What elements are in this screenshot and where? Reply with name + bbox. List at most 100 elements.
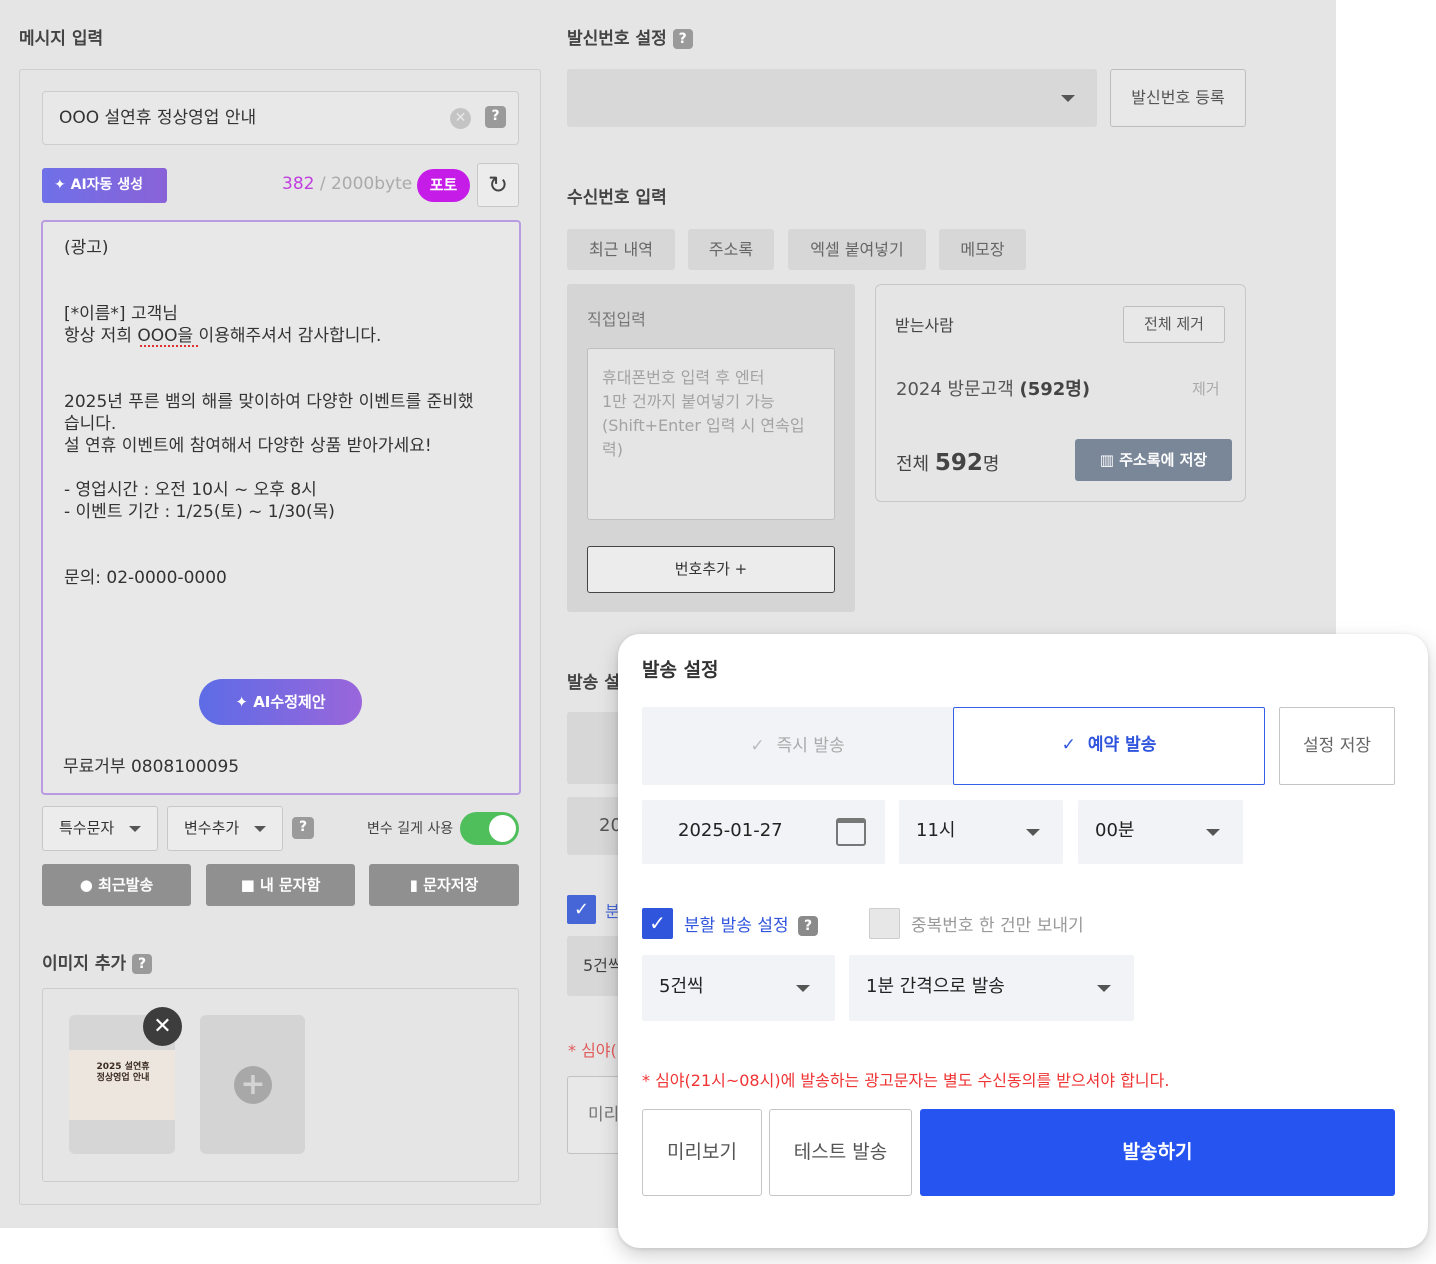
tab-memo[interactable]: 메모장 — [939, 229, 1026, 270]
tab-excel-paste[interactable]: 엑셀 붙여넣기 — [788, 229, 926, 270]
bookmark-icon: ▮ — [409, 876, 418, 894]
sender-section-title: 발신번호 설정 ? — [567, 24, 693, 49]
chevron-down-icon — [1061, 95, 1075, 102]
save-message-label: 문자저장 — [423, 876, 479, 894]
byte-counter: 382 / 2000byte — [282, 174, 412, 194]
split-send-label: 분할 발송 설정 ? — [684, 911, 819, 936]
test-send-button[interactable]: 테스트 발송 — [769, 1109, 912, 1196]
remove-image-icon[interactable]: ✕ — [143, 1007, 182, 1046]
batch-size-select[interactable]: 5건씩 — [642, 955, 835, 1021]
instant-send-option[interactable]: ✓ 즉시 발송 — [642, 707, 953, 785]
title-input[interactable]: OOO 설연휴 정상영업 안내 — [42, 91, 519, 145]
add-variable-dropdown[interactable]: 변수추가 — [167, 806, 283, 851]
minute-value: 00분 — [1095, 820, 1135, 841]
popup-title: 발송 설정 — [642, 659, 719, 681]
hour-select[interactable]: 11시 — [899, 800, 1063, 864]
help-icon[interactable]: ? — [798, 916, 819, 936]
byte-count: 382 — [282, 174, 315, 194]
split-checkbox-bg: ✓ — [567, 895, 596, 924]
thumbnail-text: 2025 설연휴 정상영업 안내 — [96, 1062, 150, 1083]
send-settings-title-bg: 발송 설 — [567, 673, 620, 693]
refresh-button[interactable]: ↻ — [477, 163, 519, 207]
ai-generate-button[interactable]: ✦ AI자동 생성 — [42, 168, 167, 203]
chevron-down-icon — [129, 826, 141, 832]
instant-send-label: 즉시 발송 — [776, 736, 845, 756]
date-value: 2025-01-27 — [678, 820, 783, 841]
special-char-label: 특수문자 — [59, 819, 115, 837]
group-name: 2024 방문고객 — [896, 379, 1020, 400]
help-icon[interactable]: ? — [132, 954, 153, 974]
sender-number-select[interactable] — [567, 69, 1097, 127]
book-icon: ▥ — [1099, 451, 1114, 469]
split-send-checkbox[interactable]: ✓ — [642, 908, 673, 939]
register-sender-button[interactable]: 발신번호 등록 — [1110, 69, 1246, 127]
reserved-send-label: 예약 발송 — [1087, 735, 1157, 755]
add-image-button[interactable]: + — [200, 1015, 305, 1154]
chevron-down-icon — [1206, 829, 1220, 836]
recent-send-button[interactable]: ● 최근발송 — [42, 864, 191, 906]
group-count: (592명) — [1019, 379, 1091, 400]
minute-select[interactable]: 00분 — [1078, 800, 1243, 864]
tab-recent[interactable]: 최근 내역 — [567, 229, 675, 270]
help-icon[interactable]: ? — [485, 106, 506, 128]
message-content: (광고) [*이름*] 고객님 항상 저희 OOO을 이용해주셔서 감사합니다.… — [64, 238, 474, 588]
date-picker[interactable]: 2025-01-27 — [642, 800, 885, 864]
my-messages-button[interactable]: ■ 내 문자함 — [206, 864, 355, 906]
spellcheck-underline — [140, 345, 198, 347]
ai-suggest-label: AI수정제안 — [253, 693, 326, 711]
batch-size-value: 5건씩 — [659, 976, 704, 997]
reserved-send-option[interactable]: ✓ 예약 발송 — [953, 707, 1265, 785]
reject-number: 무료거부 0808100095 — [63, 757, 240, 777]
night-send-notice: * 심야(21시~08시)에 발송하는 광고문자는 별도 수신동의를 받으셔야 … — [642, 1071, 1170, 1090]
ai-suggest-button[interactable]: ✦ AI수정제안 — [199, 679, 362, 725]
recent-send-label: 최근발송 — [98, 876, 154, 894]
refresh-icon: ↻ — [487, 171, 509, 199]
receiver-section-title: 수신번호 입력 — [567, 188, 667, 208]
remove-all-button[interactable]: 전체 제거 — [1123, 306, 1225, 343]
recipient-group: 2024 방문고객 (592명) — [896, 375, 1090, 401]
clock-icon: ● — [79, 876, 93, 894]
chevron-down-icon — [1026, 829, 1040, 836]
save-message-button[interactable]: ▮ 문자저장 — [369, 864, 519, 906]
direct-input-label: 직접입력 — [587, 310, 646, 329]
sparkle-icon: ✦ — [235, 693, 248, 711]
chevron-down-icon — [796, 985, 810, 992]
chevron-down-icon — [254, 826, 266, 832]
send-button[interactable]: 발송하기 — [920, 1109, 1395, 1196]
image-section-title: 이미지 추가 ? — [42, 949, 153, 974]
special-char-dropdown[interactable]: 특수문자 — [42, 806, 158, 851]
sparkle-icon: ✦ — [54, 177, 66, 193]
clear-icon[interactable]: ✕ — [450, 108, 471, 129]
plus-icon: + — [234, 1066, 272, 1104]
save-setting-button[interactable]: 설정 저장 — [1279, 707, 1395, 785]
help-icon[interactable]: ? — [672, 29, 693, 49]
remove-group-link[interactable]: 제거 — [1192, 378, 1220, 399]
recipients-label: 받는사람 — [895, 316, 954, 335]
preview-button[interactable]: 미리보기 — [642, 1109, 762, 1196]
my-messages-label: 내 문자함 — [259, 876, 321, 894]
total-recipients: 전체 592명 — [896, 450, 999, 476]
byte-limit: / 2000byte — [314, 174, 413, 194]
total-prefix: 전체 — [896, 454, 935, 475]
sender-section-label: 발신번호 설정 — [567, 29, 667, 49]
toggle-knob — [489, 815, 516, 842]
hour-value: 11시 — [916, 820, 956, 841]
long-variable-toggle[interactable] — [460, 812, 519, 845]
notice-bg: * 심야( — [568, 1041, 617, 1060]
help-icon[interactable]: ? — [292, 817, 314, 839]
add-number-button[interactable]: 번호추가 + — [587, 546, 835, 593]
check-icon: ✓ — [750, 736, 765, 756]
folder-icon: ■ — [240, 876, 255, 894]
interval-value: 1분 간격으로 발송 — [866, 976, 1005, 997]
total-suffix: 명 — [982, 454, 1000, 475]
add-variable-label: 변수추가 — [184, 819, 240, 837]
tab-address-book[interactable]: 주소록 — [688, 229, 774, 270]
long-variable-label: 변수 길게 사용 — [367, 821, 454, 837]
split-send-text: 분할 발송 설정 — [684, 916, 789, 936]
interval-select[interactable]: 1분 간격으로 발송 — [849, 955, 1134, 1021]
phone-number-input[interactable]: 휴대폰번호 입력 후 엔터 1만 건까지 붙여넣기 가능 (Shift+Ente… — [587, 348, 835, 520]
save-address-button[interactable]: ▥ 주소록에 저장 — [1075, 439, 1232, 481]
save-address-label: 주소록에 저장 — [1119, 451, 1208, 469]
thumbnail-card: 2025 설연휴 정상영업 안내 — [69, 1050, 175, 1120]
dedupe-checkbox[interactable] — [869, 908, 900, 939]
